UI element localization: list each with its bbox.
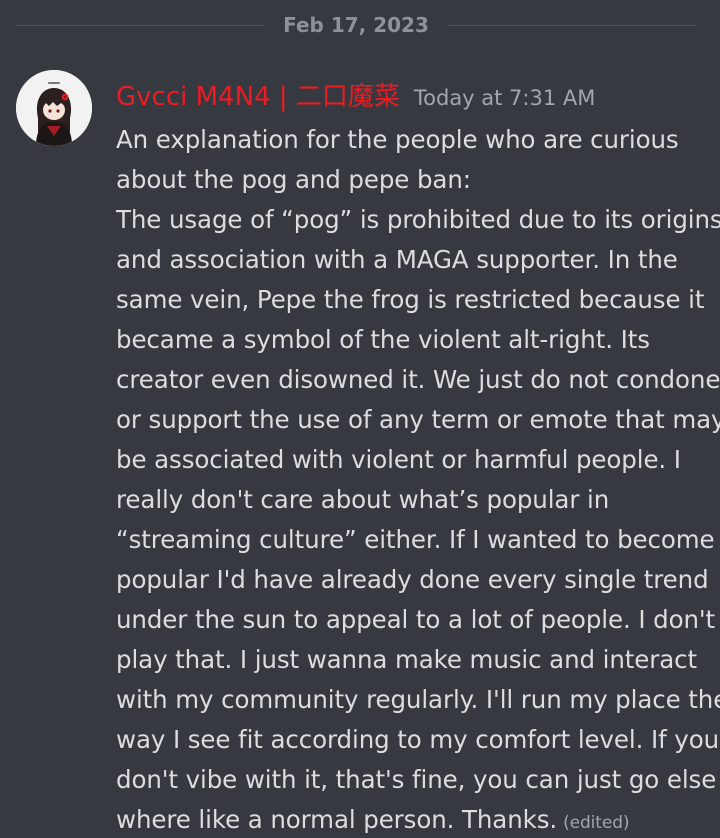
message-line: The usage of “pog” is prohibited due to … bbox=[116, 205, 720, 234]
message-line: or support the use of any term or emote … bbox=[116, 405, 720, 434]
message-line: popular I'd have already done every sing… bbox=[116, 565, 709, 594]
message-header: Gvcci M4N4 | 二口魔菜 Today at 7:31 AM bbox=[116, 70, 710, 120]
message-line: way I see fit according to my comfort le… bbox=[116, 725, 720, 754]
message-line: with my community regularly. I'll run my… bbox=[116, 685, 720, 714]
message-line: “streaming culture” either. If I wanted … bbox=[116, 525, 715, 554]
message-line: don't vibe with it, that's fine, you can… bbox=[116, 765, 717, 794]
message-line: creator even disowned it. We just do not… bbox=[116, 365, 720, 394]
date-divider: Feb 17, 2023 bbox=[16, 0, 697, 50]
message-body: An explanation for the people who are cu… bbox=[116, 120, 720, 838]
message-line: play that. I just wanna make music and i… bbox=[116, 645, 698, 674]
author-username[interactable]: Gvcci M4N4 | 二口魔菜 bbox=[116, 76, 400, 113]
message-line: An explanation for the people who are cu… bbox=[116, 125, 679, 154]
message-line: same vein, Pepe the frog is restricted b… bbox=[116, 285, 705, 314]
edited-label: (edited) bbox=[563, 813, 630, 833]
divider-line-right bbox=[446, 24, 697, 26]
user-avatar[interactable] bbox=[16, 70, 92, 146]
message-line-text: where like a normal person. Thanks. bbox=[116, 805, 558, 834]
message-last-line: where like a normal person. Thanks. (edit… bbox=[116, 800, 710, 838]
message-line: about the pog and pepe ban: bbox=[116, 165, 471, 194]
message-timestamp[interactable]: Today at 7:31 AM bbox=[414, 86, 596, 110]
message-line: under the sun to appeal to a lot of peop… bbox=[116, 605, 716, 634]
message-line: and association with a MAGA supporter. I… bbox=[116, 245, 678, 274]
divider-line-left bbox=[16, 24, 266, 26]
message-line: really don't care about what’s popular i… bbox=[116, 485, 610, 514]
avatar-image bbox=[16, 70, 92, 146]
divider-date: Feb 17, 2023 bbox=[283, 13, 429, 37]
message-line: be associated with violent or harmful pe… bbox=[116, 445, 681, 474]
message-content: Gvcci M4N4 | 二口魔菜 Today at 7:31 AM An ex… bbox=[116, 70, 720, 838]
message-line: became a symbol of the violent alt-right… bbox=[116, 325, 650, 354]
